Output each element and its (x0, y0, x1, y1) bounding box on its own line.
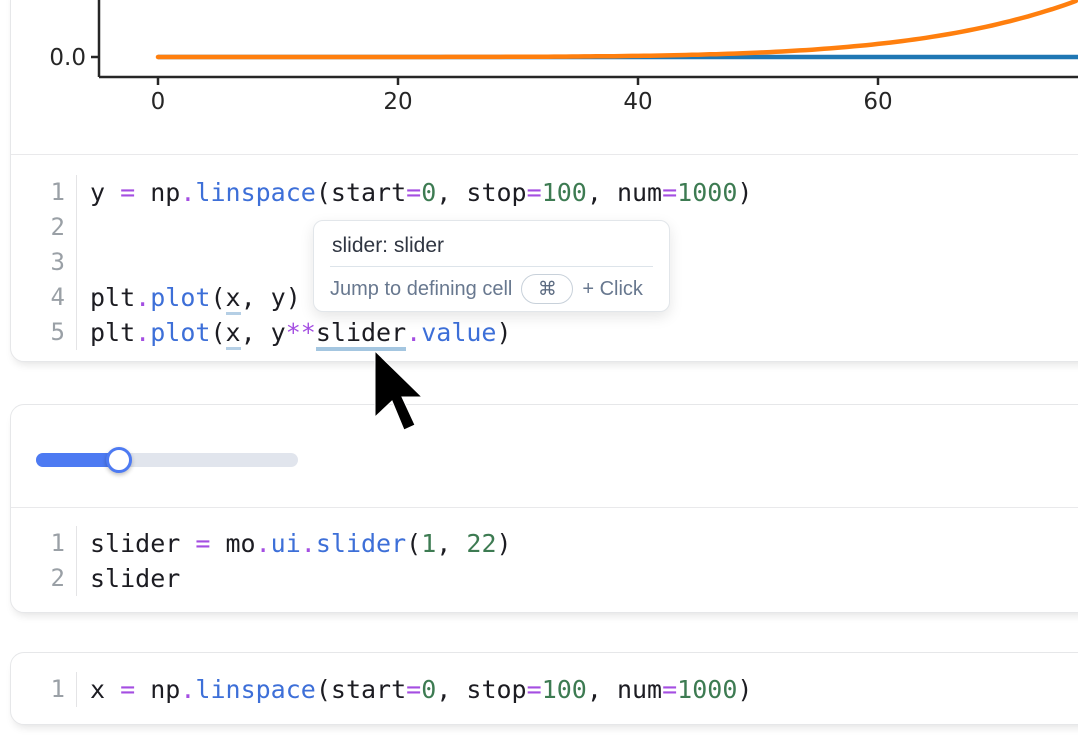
line-number: 2 (11, 210, 77, 245)
code-editor[interactable]: 1slider = mo.ui.slider(1, 22)2slider (11, 508, 1078, 613)
tooltip-click-hint: + Click (582, 278, 643, 301)
code-text: x = np.linspace(start=0, stop=100, num=1… (77, 672, 752, 707)
code-line[interactable]: 5plt.plot(x, y**slider.value) (11, 315, 1078, 350)
code-text: y = np.linspace(start=0, stop=100, num=1… (77, 175, 752, 210)
svg-text:40: 40 (623, 89, 652, 115)
svg-text:0: 0 (151, 89, 166, 115)
code-text: plt.plot(x, y) (77, 280, 301, 315)
cell-x-definition: 1x = np.linspace(start=0, stop=100, num=… (10, 652, 1078, 725)
slider-output-area (11, 405, 1078, 508)
line-number: 1 (11, 175, 77, 210)
svg-text:20: 20 (383, 89, 412, 115)
plot-output-area: 0.0 0 20 40 60 (11, 0, 1078, 155)
code-editor[interactable]: 1x = np.linspace(start=0, stop=100, num=… (11, 653, 1078, 726)
tooltip-title: slider: slider (314, 221, 669, 264)
slider-widget[interactable] (36, 453, 298, 467)
code-line[interactable]: 1slider = mo.ui.slider(1, 22) (11, 526, 1078, 561)
cell-slider: 1slider = mo.ui.slider(1, 22)2slider (10, 404, 1078, 613)
mouse-cursor-icon (374, 351, 426, 435)
code-text: slider (77, 561, 180, 596)
code-line[interactable]: 1x = np.linspace(start=0, stop=100, num=… (11, 672, 1078, 707)
svg-text:0.0: 0.0 (49, 45, 86, 71)
matplotlib-line-chart: 0.0 0 20 40 60 (10, 0, 1078, 154)
line-number: 1 (11, 526, 77, 561)
code-line[interactable]: 1y = np.linspace(start=0, stop=100, num=… (11, 175, 1078, 210)
code-text: plt.plot(x, y**slider.value) (77, 315, 512, 350)
variable-tooltip: slider: slider Jump to defining cell ⌘ +… (313, 220, 670, 312)
slider-thumb[interactable] (106, 447, 132, 473)
line-number: 5 (11, 315, 77, 350)
line-number: 3 (11, 245, 77, 280)
line-number: 1 (11, 672, 77, 707)
code-line[interactable]: 2slider (11, 561, 1078, 596)
command-key-icon: ⌘ (538, 278, 557, 301)
notebook-page: 0.00204060 1y = np.linspace(start=0, sto… (0, 0, 1078, 746)
svg-text:60: 60 (863, 89, 892, 115)
line-number: 4 (11, 280, 77, 315)
code-text (77, 245, 90, 280)
code-text (77, 210, 90, 245)
command-key-badge: ⌘ (521, 274, 573, 304)
jump-to-defining-cell-link[interactable]: Jump to defining cell (330, 278, 512, 301)
code-text: slider = mo.ui.slider(1, 22) (77, 526, 512, 561)
line-number: 2 (11, 561, 77, 596)
